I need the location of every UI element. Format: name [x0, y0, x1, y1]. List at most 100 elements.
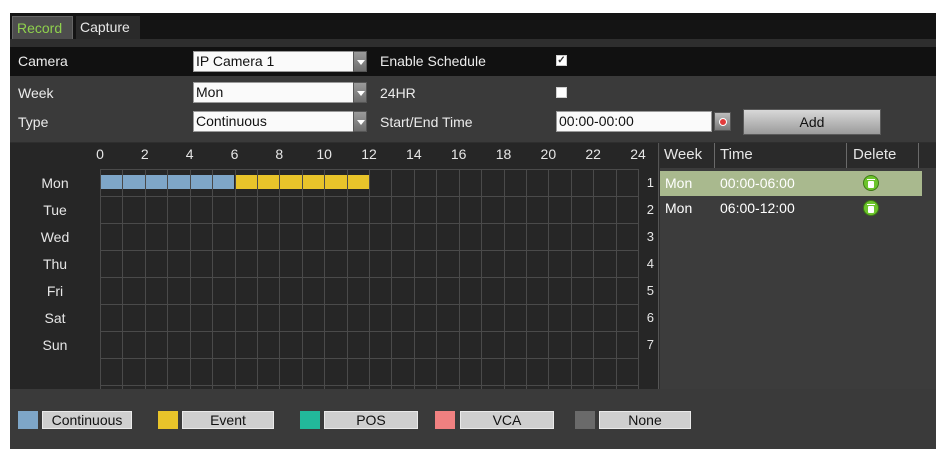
grid-line: [122, 169, 124, 409]
schedule-segment[interactable]: [302, 175, 325, 189]
grid-line: [301, 169, 303, 409]
week-select[interactable]: Mon: [193, 82, 367, 103]
chevron-down-icon[interactable]: [353, 51, 367, 72]
schedule-segment[interactable]: [168, 175, 190, 189]
day-label: Wed: [40, 229, 70, 245]
grid-line: [481, 169, 483, 409]
tab-record[interactable]: Record: [12, 16, 73, 39]
row-time: 00:00-06:00: [720, 175, 795, 191]
hour-label: 0: [96, 146, 104, 162]
record-settings-panel: Record Capture Camera IP Camera 1 Enable…: [10, 13, 936, 449]
type-select-value: Continuous: [196, 113, 267, 129]
type-select[interactable]: Continuous: [193, 111, 367, 132]
hour-label: 22: [585, 146, 601, 162]
start-end-time-input[interactable]: 00:00-00:00: [556, 111, 712, 132]
hour-label: 2: [140, 146, 149, 162]
schedule-table: Week Time Delete Mon 00:00-06:00 Mon 06:00-…: [660, 143, 936, 389]
table-row[interactable]: Mon 00:00-06:00: [660, 171, 922, 196]
schedule-segment[interactable]: [213, 175, 235, 189]
enable-schedule-checkbox[interactable]: ✓: [556, 55, 567, 66]
legend-label-none: None: [599, 411, 691, 429]
row-number: 1: [646, 175, 654, 190]
add-button[interactable]: Add: [743, 109, 881, 135]
grid-line: [324, 169, 326, 409]
camera-select[interactable]: IP Camera 1: [193, 51, 367, 72]
schedule-segment[interactable]: [145, 175, 168, 189]
hour-label: 10: [316, 146, 332, 162]
clock-icon[interactable]: [714, 112, 731, 131]
type-label: Type: [18, 114, 49, 130]
table-header: Week Time Delete: [660, 143, 936, 168]
row-number: 4: [646, 256, 654, 271]
grid-line: [346, 169, 348, 409]
hour-label: 24: [630, 146, 646, 162]
hour-label: 18: [495, 146, 512, 162]
day-label: Sun: [42, 337, 68, 353]
grid-line: [144, 169, 146, 409]
enable-schedule-label: Enable Schedule: [380, 53, 486, 69]
week-select-value: Mon: [196, 84, 224, 100]
schedule-segment[interactable]: [190, 175, 213, 189]
schedule-segment[interactable]: [347, 175, 369, 189]
grid-line: [503, 169, 505, 409]
grid-line: [256, 169, 258, 409]
grid-line: [100, 277, 638, 278]
table-row[interactable]: Mon 06:00-12:00: [660, 196, 922, 221]
grid-line: [100, 304, 638, 305]
grid-line: [615, 169, 617, 409]
grid-line: [436, 169, 438, 409]
chevron-down-icon[interactable]: [353, 111, 367, 132]
schedule-segment[interactable]: [123, 175, 145, 189]
schedule-segment[interactable]: [257, 175, 280, 189]
trash-icon[interactable]: [863, 175, 879, 191]
grid-line: [525, 169, 527, 409]
grid-line: [391, 169, 393, 409]
trash-icon[interactable]: [863, 200, 879, 216]
24hr-checkbox[interactable]: [556, 87, 567, 98]
row-number: 3: [646, 229, 654, 244]
legend-label-event: Event: [182, 411, 274, 429]
hour-label: 20: [540, 146, 557, 162]
24hr-label: 24HR: [380, 85, 416, 101]
day-label: Sat: [44, 310, 66, 326]
row-number: 6: [646, 310, 654, 325]
camera-label: Camera: [18, 53, 68, 69]
grid-line: [593, 169, 595, 409]
grid-line: [458, 169, 460, 409]
grid-line: [189, 169, 191, 409]
hour-label: 8: [275, 146, 284, 162]
legend-label-continuous: Continuous: [42, 411, 132, 429]
row-week: Mon: [665, 200, 693, 216]
camera-row: Camera IP Camera 1 Enable Schedule ✓: [10, 47, 936, 76]
grid-line: [234, 169, 236, 409]
schedule-options: Week Mon 24HR Type Continuous Start/End …: [10, 76, 936, 142]
tab-bar: Record Capture: [10, 13, 936, 39]
camera-select-value: IP Camera 1: [196, 53, 275, 69]
hour-label: 4: [185, 146, 194, 162]
legend-label-vca: VCA: [460, 411, 554, 429]
grid-line: [100, 169, 101, 409]
row-week: Mon: [665, 175, 693, 191]
legend: Continuous Event POS VCA None: [10, 389, 936, 449]
chevron-down-icon[interactable]: [353, 82, 367, 103]
schedule-segment[interactable]: [101, 175, 123, 189]
row-number: 7: [646, 337, 654, 352]
grid-line: [100, 169, 638, 170]
schedule-grid[interactable]: 0 2 4 6 8 10 12 14 16 18 20 22 24 Mon 1 Tue 2 Wed 3 Thu 4 Fr…: [10, 143, 659, 413]
grid-line: [167, 169, 169, 409]
header-divider: [918, 143, 919, 168]
schedule-segment[interactable]: [235, 175, 257, 189]
schedule-segment[interactable]: [325, 175, 347, 189]
hour-label: 12: [361, 146, 377, 162]
schedule-segment[interactable]: [280, 175, 302, 189]
hour-header: 0 2 4 6 8 10 12 14 16 18 20 22 24: [10, 143, 659, 167]
grid-line: [548, 169, 550, 409]
grid-line: [279, 169, 281, 409]
day-label: Fri: [46, 283, 64, 299]
header-delete: Delete: [853, 146, 897, 163]
week-label: Week: [18, 85, 54, 101]
tab-capture[interactable]: Capture: [76, 16, 140, 39]
day-label: Thu: [42, 256, 68, 272]
day-label: Mon: [41, 175, 69, 191]
grid-line: [100, 358, 638, 359]
